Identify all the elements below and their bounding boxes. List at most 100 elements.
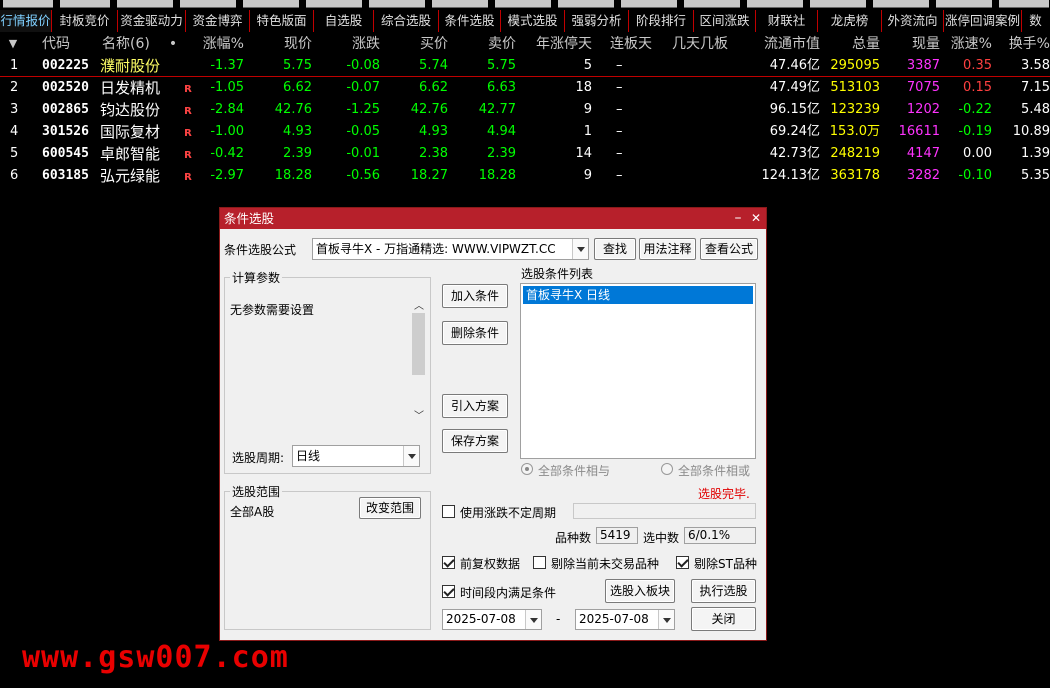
header-ask[interactable]: 卖价: [458, 33, 516, 55]
table-row[interactable]: 2 002520 日发精机 R -1.05 6.62 -0.07 6.62 6.…: [0, 77, 1050, 99]
import-scheme-button[interactable]: 引入方案: [442, 394, 508, 418]
zt-days: 9: [583, 102, 592, 117]
header-lb-days[interactable]: 连板天: [596, 33, 652, 55]
toolbar-button[interactable]: [747, 0, 803, 8]
period-select[interactable]: 日线: [292, 445, 420, 467]
close-icon[interactable]: ✕: [748, 208, 764, 229]
forward-adjust-checkbox[interactable]: [442, 556, 455, 569]
toolbar-button[interactable]: [180, 0, 236, 8]
tab-auction[interactable]: 封板竞价: [52, 10, 118, 32]
add-condition-button[interactable]: 加入条件: [442, 284, 508, 308]
tab-quotes[interactable]: 行情报价: [0, 10, 52, 32]
tab-limit-cases[interactable]: 涨停回调案例: [944, 10, 1022, 32]
change-scope-button[interactable]: 改变范围: [359, 497, 421, 519]
stock-code: 600545: [42, 146, 89, 161]
toolbar-button[interactable]: [243, 0, 299, 8]
header-change[interactable]: 涨跌: [324, 33, 380, 55]
uncertain-period-checkbox[interactable]: [442, 505, 455, 518]
bid-price: 5.74: [419, 58, 448, 73]
row-index: 5: [10, 146, 19, 161]
tab-more[interactable]: 数: [1022, 10, 1049, 32]
uncertain-period-label: 使用涨跌不定周期: [460, 506, 557, 520]
header-turnover[interactable]: 换手%: [996, 33, 1050, 55]
toolbar-button[interactable]: [621, 0, 677, 8]
find-button[interactable]: 查找: [594, 238, 636, 260]
toolbar-button[interactable]: [369, 0, 425, 8]
table-row[interactable]: 4 301526 国际复材 R -1.00 4.93 -0.05 4.93 4.…: [0, 121, 1050, 143]
tab-condition-pick[interactable]: 条件选股: [439, 10, 501, 32]
minimize-icon[interactable]: –: [730, 208, 746, 229]
tab-strength[interactable]: 强弱分析: [565, 10, 629, 32]
params-scrollbar[interactable]: ︿ ﹀: [411, 293, 426, 422]
uncertain-period-field[interactable]: [573, 503, 756, 519]
toolbar-button[interactable]: [60, 0, 110, 8]
time-period-checkbox[interactable]: [442, 585, 455, 598]
toolbar-button[interactable]: [684, 0, 740, 8]
exclude-st-checkbox[interactable]: [676, 556, 689, 569]
tab-capital-drive[interactable]: 资金驱动力: [118, 10, 186, 32]
header-mktcap[interactable]: 流通市值: [746, 33, 820, 55]
run-selection-button[interactable]: 执行选股: [691, 579, 756, 603]
radio-all-or[interactable]: [661, 463, 673, 475]
table-row[interactable]: 5 600545 卓郎智能 R -0.42 2.39 -0.01 2.38 2.…: [0, 143, 1050, 165]
toolbar-button[interactable]: [558, 0, 614, 8]
list-item[interactable]: 首板寻牛X 日线: [523, 286, 753, 304]
toolbar-button[interactable]: [117, 0, 173, 8]
header-bid[interactable]: 买价: [390, 33, 448, 55]
scroll-down-icon[interactable]: ﹀: [414, 407, 424, 422]
header-name[interactable]: 名称(6): [102, 33, 164, 55]
header-volume[interactable]: 总量: [826, 33, 880, 55]
toolbar-button[interactable]: [432, 0, 488, 8]
usage-notes-button[interactable]: 用法注释: [639, 238, 696, 260]
exclude-untraded-checkbox[interactable]: [533, 556, 546, 569]
tab-featured[interactable]: 特色版面: [250, 10, 314, 32]
toolbar-button[interactable]: [936, 0, 992, 8]
condition-list[interactable]: 首板寻牛X 日线: [520, 283, 756, 459]
mktcap: 47.49亿: [769, 80, 820, 95]
cur-volume: 1202: [906, 102, 940, 117]
tab-cls[interactable]: 财联社: [756, 10, 818, 32]
stock-code: 002865: [42, 102, 89, 117]
add-to-block-button[interactable]: 选股入板块: [605, 579, 675, 603]
save-scheme-button[interactable]: 保存方案: [442, 429, 508, 453]
radio-all-and[interactable]: [521, 463, 533, 475]
formula-select[interactable]: 首板寻牛X - 万指通精选: WWW.VIPWZT.CC: [312, 238, 589, 260]
table-row[interactable]: 6 603185 弘元绿能 R -2.97 18.28 -0.56 18.27 …: [0, 165, 1050, 187]
tab-composite-pick[interactable]: 综合选股: [374, 10, 439, 32]
toolbar-button[interactable]: [3, 0, 53, 8]
header-code[interactable]: 代码: [42, 33, 92, 55]
close-button[interactable]: 关闭: [691, 607, 756, 631]
tab-pattern-pick[interactable]: 模式选股: [501, 10, 565, 32]
tab-foreign-flow[interactable]: 外资流向: [882, 10, 944, 32]
dialog-title-bar[interactable]: 条件选股: [220, 208, 766, 229]
table-row[interactable]: 1 002225 濮耐股份 -1.37 5.75 -0.08 5.74 5.75…: [0, 55, 1050, 77]
scroll-thumb[interactable]: [412, 313, 425, 375]
toolbar-button[interactable]: [495, 0, 551, 8]
delete-condition-button[interactable]: 删除条件: [442, 321, 508, 345]
lb-days: –: [616, 58, 623, 73]
table-row[interactable]: 3 002865 钧达股份 R -2.84 42.76 -1.25 42.76 …: [0, 99, 1050, 121]
tab-range-change[interactable]: 区间涨跌: [694, 10, 756, 32]
toolbar-button[interactable]: [999, 0, 1049, 8]
header-cur-volume[interactable]: 现量: [886, 33, 940, 55]
header-price[interactable]: 现价: [256, 33, 312, 55]
zt-days: 14: [575, 146, 592, 161]
header-days-boards[interactable]: 几天几板: [658, 33, 728, 55]
tab-stage-rank[interactable]: 阶段排行: [629, 10, 694, 32]
tab-watchlist[interactable]: 自选股: [314, 10, 374, 32]
toolbar-button[interactable]: [873, 0, 929, 8]
header-speed[interactable]: 涨速%: [944, 33, 992, 55]
view-formula-button[interactable]: 查看公式: [700, 238, 758, 260]
tab-capital-game[interactable]: 资金博弈: [186, 10, 250, 32]
date-from-picker[interactable]: 2025-07-08: [442, 609, 542, 630]
lb-days: –: [616, 146, 623, 161]
date-to-picker[interactable]: 2025-07-08: [575, 609, 675, 630]
header-pct[interactable]: 涨幅%: [186, 33, 244, 55]
toolbar-button[interactable]: [306, 0, 362, 8]
toolbar-button[interactable]: [810, 0, 866, 8]
stock-name: 日发精机: [100, 79, 161, 97]
header-zt-days[interactable]: 年涨停天: [522, 33, 592, 55]
sort-icon[interactable]: ▼: [4, 33, 22, 55]
tab-dragon-tiger[interactable]: 龙虎榜: [818, 10, 882, 32]
scroll-up-icon[interactable]: ︿: [414, 297, 424, 312]
